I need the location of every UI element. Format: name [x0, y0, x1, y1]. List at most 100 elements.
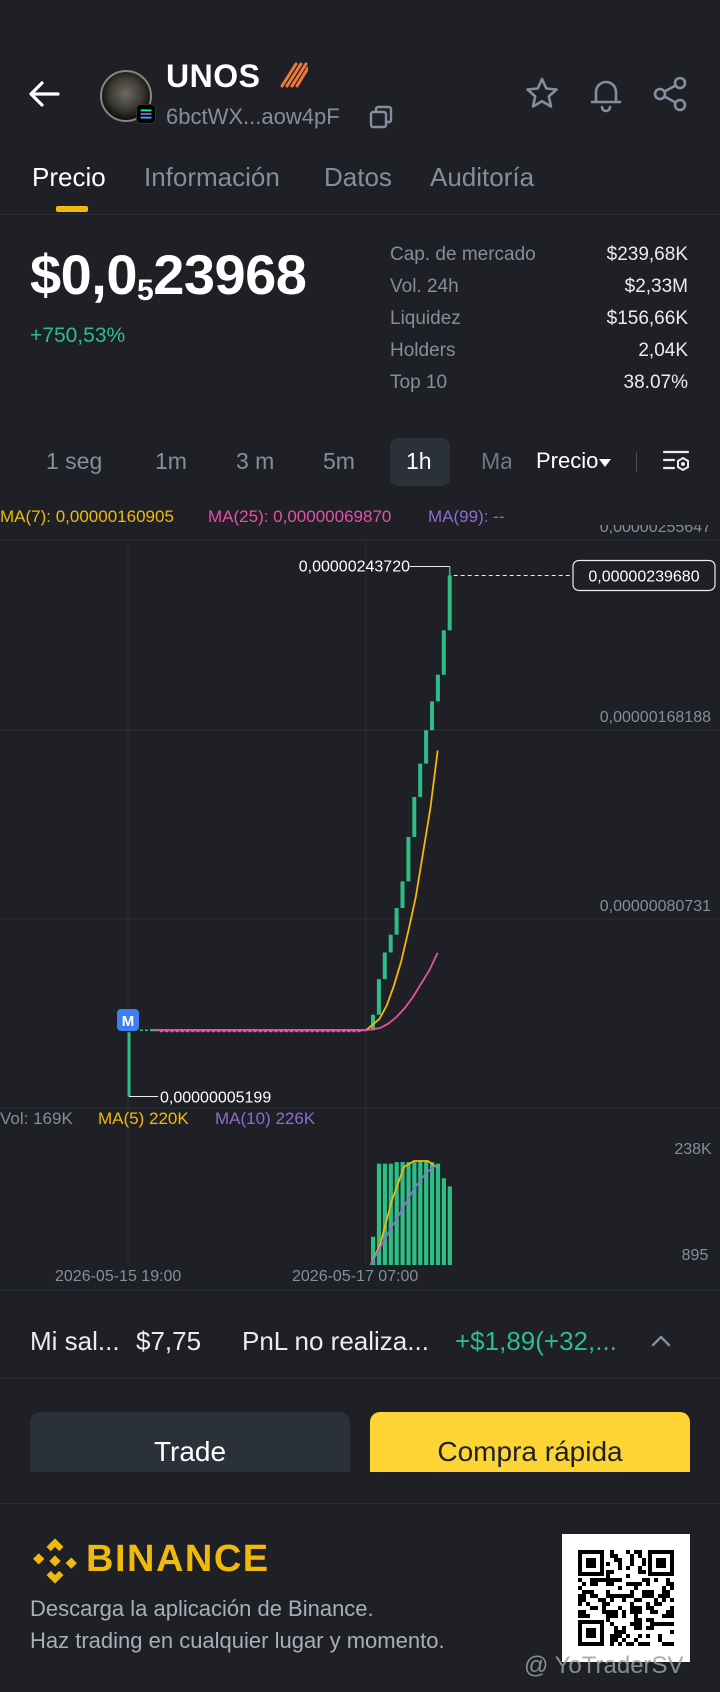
- interval-5m[interactable]: 5m: [323, 448, 355, 475]
- current-price: $0,0523968: [30, 243, 307, 307]
- qr-module: [594, 1594, 598, 1598]
- qr-module: [638, 1618, 642, 1622]
- trade-button[interactable]: Trade: [30, 1412, 350, 1472]
- stat-label-volume: Vol. 24h: [390, 276, 459, 297]
- share-icon[interactable]: [650, 74, 690, 114]
- qr-module: [626, 1550, 630, 1554]
- tabs-divider: [0, 214, 720, 215]
- qr-module: [590, 1582, 594, 1586]
- tab-informacion[interactable]: Información: [144, 162, 280, 193]
- qr-module: [586, 1628, 596, 1638]
- back-arrow-icon[interactable]: [22, 72, 66, 116]
- interval-1s[interactable]: 1 seg: [46, 448, 102, 475]
- interval-3m[interactable]: 3 m: [236, 448, 274, 475]
- qr-module: [638, 1582, 642, 1586]
- qr-module: [606, 1594, 610, 1598]
- qr-module: [610, 1578, 614, 1582]
- qr-module: [618, 1578, 622, 1582]
- qr-module: [610, 1634, 614, 1638]
- binance-logo-icon: [33, 1538, 77, 1584]
- qr-module: [630, 1610, 634, 1614]
- qr-module: [618, 1586, 622, 1590]
- ma7-line: [150, 750, 439, 1032]
- qr-module: [578, 1614, 582, 1618]
- qr-module: [634, 1606, 638, 1610]
- qr-module: [650, 1626, 654, 1630]
- qr-module: [606, 1578, 610, 1582]
- volume-ma5-legend: MA(5) 220K: [98, 1109, 189, 1128]
- qr-module: [578, 1610, 582, 1614]
- qr-module: [642, 1590, 646, 1594]
- quick-buy-button[interactable]: Compra rápida: [370, 1412, 690, 1472]
- qr-module: [626, 1594, 630, 1598]
- qr-module: [666, 1594, 670, 1598]
- tab-auditoria[interactable]: Auditoría: [430, 162, 534, 193]
- volume-bar: [435, 1163, 441, 1265]
- qr-module: [666, 1614, 670, 1618]
- qr-module: [626, 1574, 630, 1578]
- tab-datos[interactable]: Datos: [324, 162, 392, 193]
- qr-module: [634, 1614, 638, 1618]
- volume-ma10-legend: MA(10) 226K: [215, 1109, 316, 1128]
- price-type-dropdown[interactable]: Precio: [536, 448, 612, 474]
- qr-module: [638, 1642, 642, 1646]
- qr-module: [610, 1554, 614, 1558]
- qr-module: [614, 1630, 618, 1634]
- chevron-up-icon[interactable]: [648, 1328, 674, 1354]
- qr-module: [634, 1618, 638, 1622]
- y-tick-label: 0,00000255647: [600, 525, 711, 536]
- star-icon[interactable]: [522, 74, 562, 114]
- volume-bar: [430, 1162, 435, 1265]
- volume-bar: [412, 1162, 417, 1265]
- qr-module: [650, 1622, 654, 1626]
- qr-module: [670, 1614, 674, 1618]
- qr-module: [656, 1558, 666, 1568]
- binance-wordmark: BINANCE: [86, 1538, 270, 1580]
- qr-module: [606, 1590, 610, 1594]
- tab-precio[interactable]: Precio: [32, 162, 106, 193]
- qr-module: [634, 1610, 638, 1614]
- pnl-value: +$1,89(+32,...: [455, 1326, 617, 1356]
- interval-1h[interactable]: 1h: [406, 448, 432, 475]
- qr-module: [634, 1626, 638, 1630]
- qr-module: [618, 1562, 622, 1566]
- chart-divider: [0, 1290, 720, 1291]
- qr-module: [614, 1558, 618, 1562]
- volume-bar: [388, 1163, 393, 1265]
- qr-module: [618, 1594, 622, 1598]
- bottom-bar-divider: [0, 1378, 720, 1379]
- qr-module: [630, 1594, 634, 1598]
- interval-more[interactable]: Ma: [481, 448, 511, 475]
- balance-value: $7,75: [136, 1326, 202, 1356]
- qr-module: [670, 1598, 674, 1602]
- qr-module: [650, 1618, 654, 1622]
- qr-module: [670, 1582, 674, 1586]
- volume-bars-group: [369, 1160, 452, 1265]
- interval-1m[interactable]: 1m: [155, 448, 187, 475]
- qr-code[interactable]: [562, 1534, 690, 1662]
- qr-module: [594, 1582, 598, 1586]
- y-tick-label: 0,00000168188: [600, 709, 711, 726]
- candle: [447, 575, 452, 631]
- chart-settings-icon[interactable]: [662, 446, 692, 476]
- qr-module: [610, 1638, 614, 1642]
- qr-module: [638, 1622, 642, 1626]
- price-chart[interactable]: 0,00000255647 0,00000168188 0,0000008073…: [0, 525, 720, 1265]
- copy-icon[interactable]: [368, 104, 394, 130]
- stat-value-market-cap: $239,68K: [606, 244, 688, 265]
- qr-module: [606, 1618, 610, 1622]
- qr-module: [586, 1590, 590, 1594]
- candle: [394, 908, 399, 935]
- qr-module: [666, 1610, 670, 1614]
- qr-module: [662, 1598, 666, 1602]
- qr-module: [590, 1606, 594, 1610]
- bell-icon[interactable]: [586, 74, 626, 114]
- qr-module: [646, 1582, 650, 1586]
- candle: [435, 674, 440, 702]
- qr-module: [658, 1602, 662, 1606]
- candle: [376, 979, 381, 1015]
- qr-module: [578, 1578, 582, 1582]
- qr-module: [610, 1582, 614, 1586]
- qr-module: [626, 1582, 630, 1586]
- qr-module: [618, 1642, 622, 1646]
